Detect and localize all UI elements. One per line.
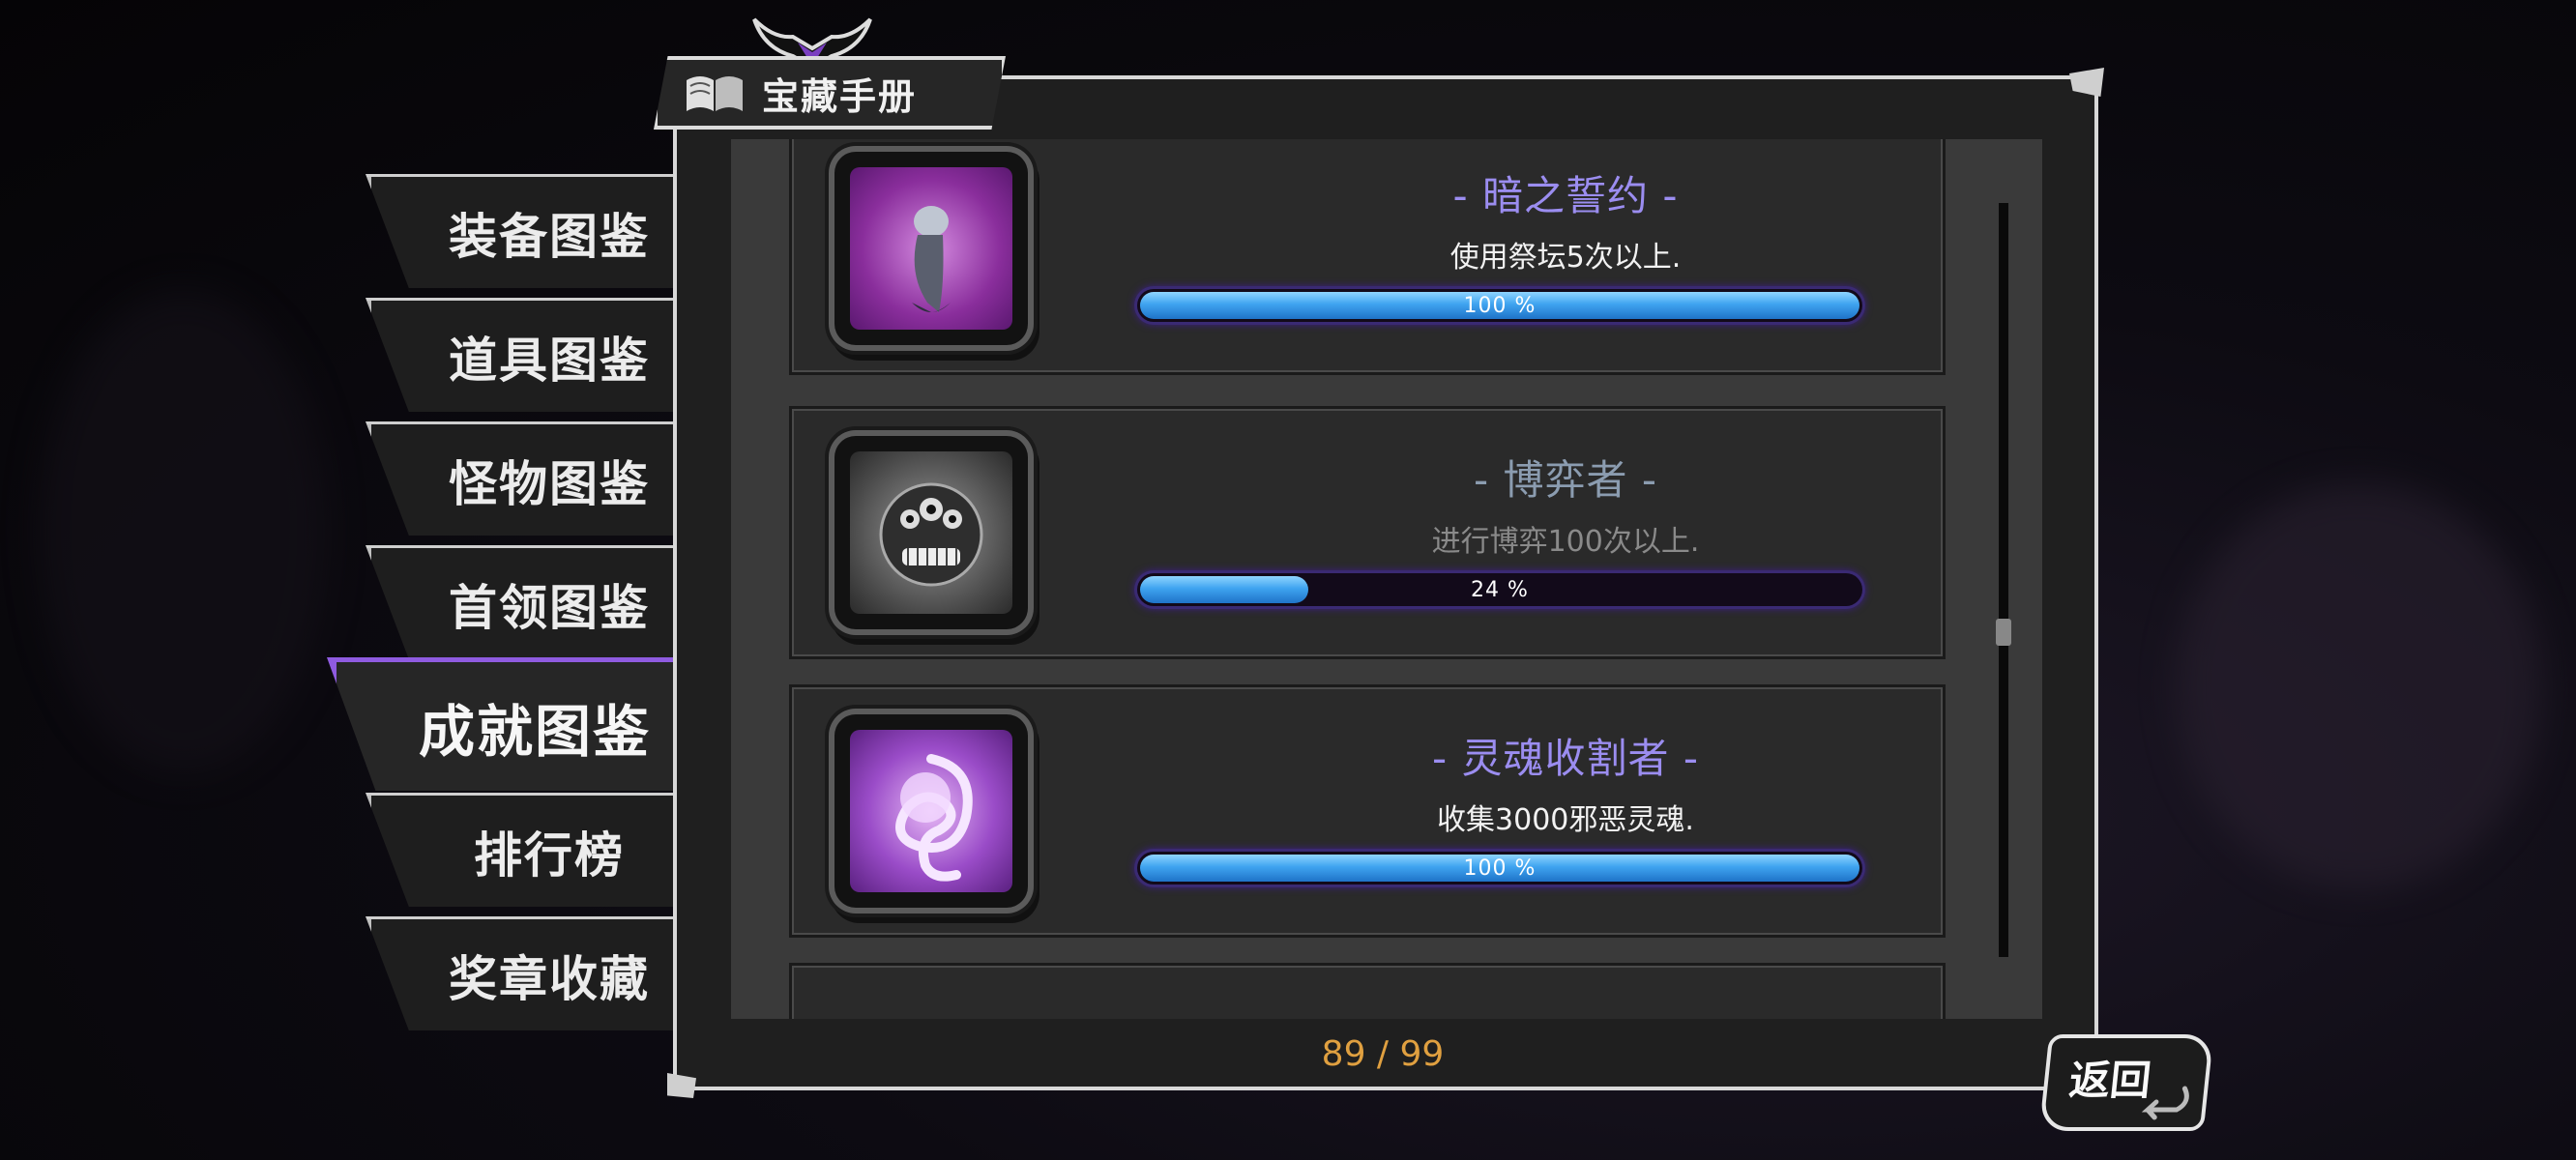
- achievement-card: [789, 963, 1946, 1019]
- tab-label: 首领图鉴: [449, 579, 650, 636]
- tab-label: 装备图鉴: [449, 208, 650, 265]
- progress-label: 24 %: [1471, 577, 1529, 602]
- progress-label: 100 %: [1463, 293, 1537, 318]
- achievement-icon-frame: [834, 152, 1028, 345]
- achievement-progress-bar: 24 %: [1137, 573, 1862, 606]
- tab-achievements[interactable]: 成就图鉴: [327, 657, 675, 791]
- tab-label: 成就图鉴: [418, 698, 651, 765]
- scrollbar-thumb[interactable]: [1996, 619, 2011, 646]
- achievement-description: 进行博弈100次以上.: [1431, 525, 1700, 559]
- return-arrow-icon: [2141, 1086, 2189, 1120]
- dark-oath-icon: [850, 167, 1012, 330]
- background-shape: [2176, 483, 2543, 889]
- achievement-progress-bar: 100 %: [1137, 289, 1862, 322]
- soul-reaper-icon: [850, 730, 1012, 892]
- gambler-monster-icon: [850, 451, 1012, 614]
- tab-label: 奖章收藏: [449, 950, 650, 1007]
- achievement-title: - 灵魂收割者 -: [1431, 735, 1699, 782]
- achievement-title: - 暗之誓约 -: [1452, 172, 1679, 219]
- tab-label: 排行榜: [474, 826, 625, 884]
- achievement-description: 使用祭坛5次以上.: [1449, 241, 1682, 275]
- scrollbar-track[interactable]: [1999, 203, 2008, 957]
- title-tab: 宝藏手册: [654, 56, 1006, 130]
- background-shape: [39, 290, 329, 773]
- achievement-icon-frame: [834, 436, 1028, 629]
- tab-leaderboard[interactable]: 排行榜: [366, 793, 675, 907]
- tab-monsters[interactable]: 怪物图鉴: [366, 421, 675, 536]
- progress-label: 100 %: [1463, 856, 1537, 881]
- tab-medals[interactable]: 奖章收藏: [366, 916, 675, 1030]
- open-book-icon: [687, 76, 743, 111]
- achievement-card: - 博弈者 - 进行博弈100次以上. 24 %: [789, 406, 1946, 659]
- tab-items[interactable]: 道具图鉴: [366, 298, 675, 412]
- achievement-card: - 暗之誓约 - 使用祭坛5次以上. 100 %: [789, 139, 1946, 375]
- achievement-title: - 博弈者 -: [1473, 456, 1657, 504]
- tab-label: 道具图鉴: [449, 332, 650, 389]
- achievement-list[interactable]: - 暗之誓约 - 使用祭坛5次以上. 100 % - 博弈者 - 进行博弈100…: [731, 139, 2042, 1019]
- achievement-card: - 灵魂收割者 - 收集3000邪恶灵魂. 100 %: [789, 684, 1946, 938]
- tab-equipment[interactable]: 装备图鉴: [366, 174, 675, 288]
- achievement-progress-bar: 100 %: [1137, 852, 1862, 884]
- tab-bosses[interactable]: 首领图鉴: [366, 545, 675, 659]
- achievement-icon-frame: [834, 714, 1028, 908]
- back-button[interactable]: 返回: [2038, 1034, 2214, 1131]
- achievement-description: 收集3000邪恶灵魂.: [1437, 803, 1694, 837]
- tab-label: 怪物图鉴: [449, 455, 650, 512]
- page-title: 宝藏手册: [762, 74, 918, 118]
- collection-counter: 89 / 99: [1321, 1034, 1445, 1074]
